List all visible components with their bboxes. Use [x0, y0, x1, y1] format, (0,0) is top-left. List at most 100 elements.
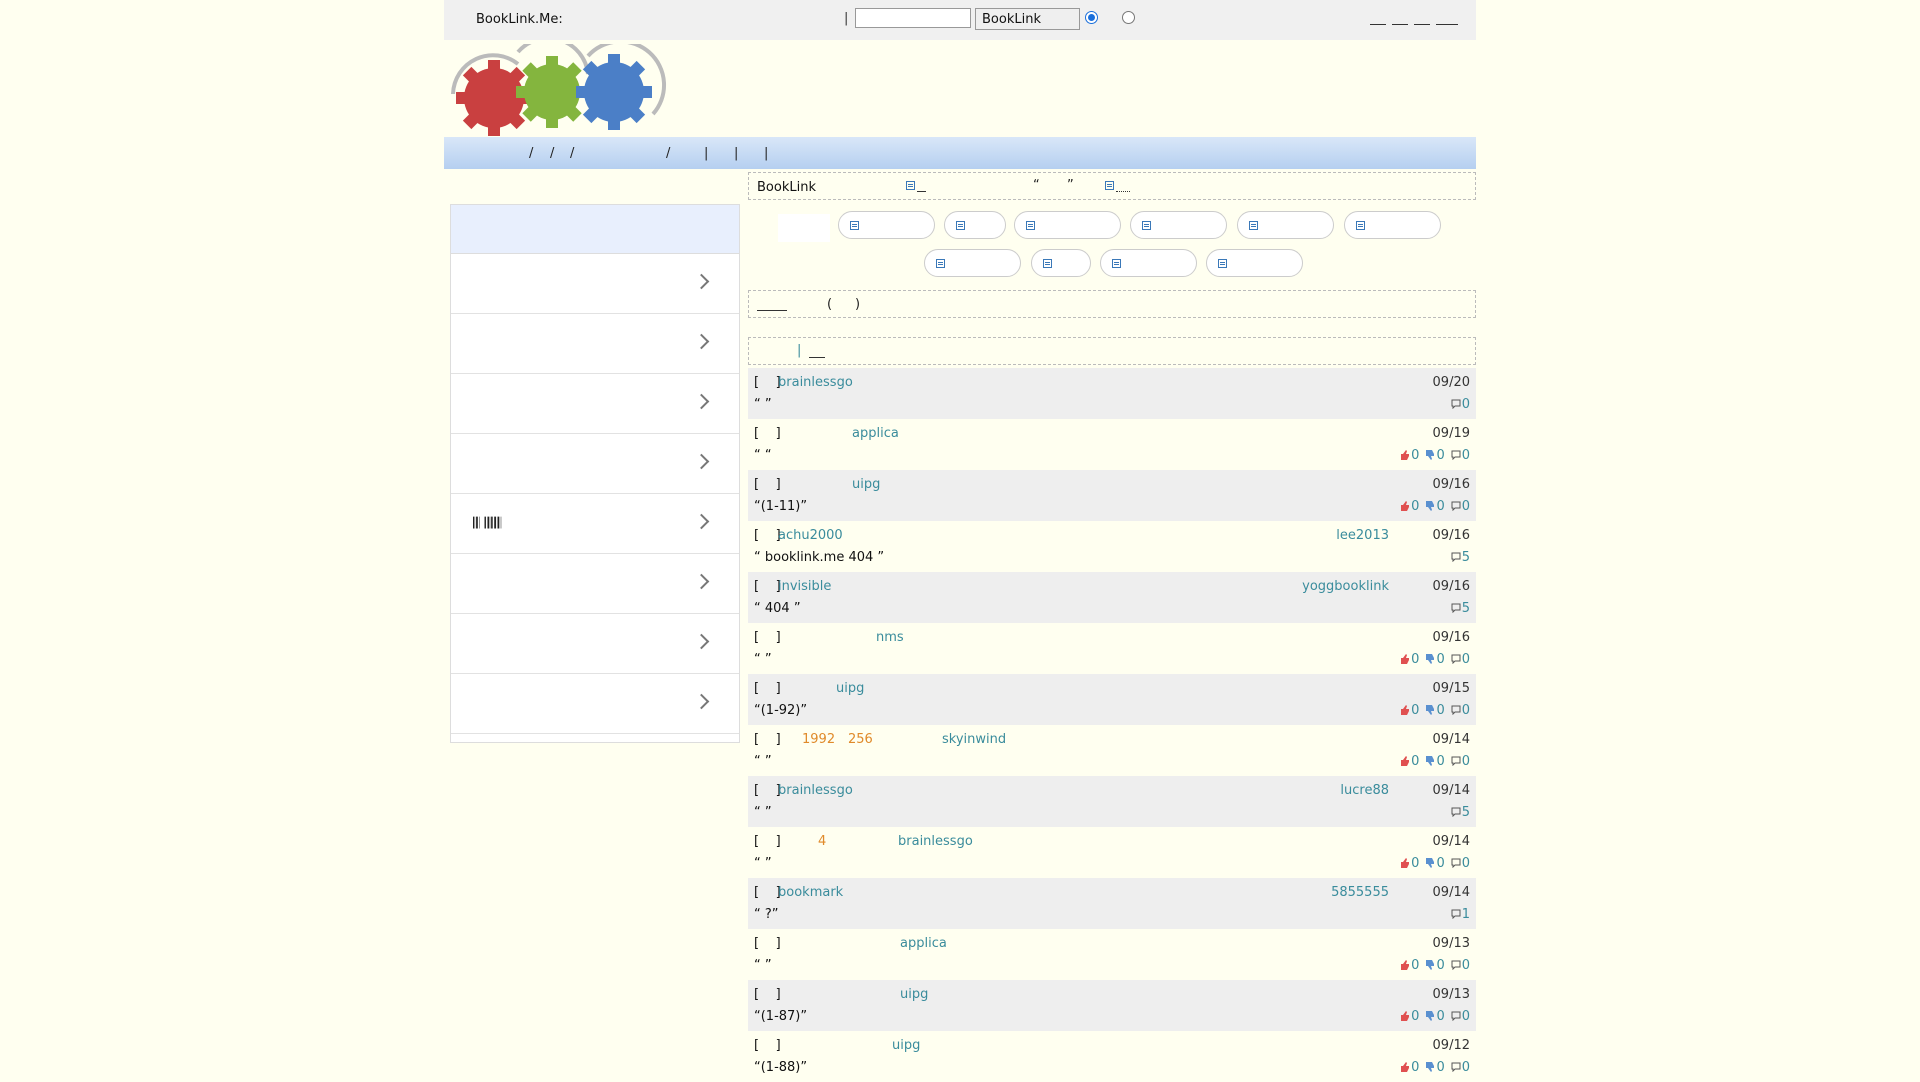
post-quote[interactable]: “ 404 ” — [754, 601, 801, 616]
user-link[interactable]: nms — [876, 630, 904, 645]
comments[interactable]: 1 — [1451, 907, 1470, 922]
user-link[interactable]: invisible — [778, 579, 831, 594]
comments[interactable]: 0 — [1451, 397, 1470, 412]
sidebar-item[interactable] — [451, 434, 739, 494]
downvote[interactable]: 0 — [1425, 958, 1445, 973]
search-radio-1[interactable] — [1085, 11, 1098, 24]
post-quote[interactable]: “(1-87)” — [754, 1009, 807, 1024]
sidebar-item[interactable]: 𝄃𝄃 𝄃𝄃𝄃𝄃𝄃 — [451, 494, 739, 554]
category-pill[interactable] — [1014, 211, 1121, 239]
user-link[interactable]: brainlessgo — [898, 834, 973, 849]
thumbs-down-icon — [1426, 756, 1435, 766]
notice-link[interactable] — [917, 191, 926, 192]
post-quote[interactable]: “ ” — [754, 652, 772, 667]
category-pill[interactable] — [1206, 249, 1303, 277]
reply-user-link[interactable]: lee2013 — [1336, 528, 1389, 543]
user-link[interactable]: uipg — [836, 681, 864, 696]
category-pill[interactable] — [1237, 211, 1334, 239]
downvote[interactable]: 0 — [1425, 1060, 1445, 1075]
downvote-count: 0 — [1436, 448, 1445, 463]
search-input[interactable] — [855, 8, 971, 28]
downvote[interactable]: 0 — [1425, 754, 1445, 769]
comments[interactable]: 5 — [1451, 601, 1470, 616]
search-button[interactable]: BookLink — [975, 8, 1080, 30]
upvote[interactable]: 0 — [1400, 754, 1419, 769]
user-link[interactable]: applica — [852, 426, 899, 441]
post-quote[interactable]: “ ” — [754, 754, 772, 769]
post-quote[interactable]: “ “ — [754, 448, 772, 463]
category-pill[interactable] — [944, 211, 1006, 239]
upvote[interactable]: 0 — [1400, 652, 1419, 667]
comments[interactable]: 0 — [1451, 499, 1470, 514]
category-pill[interactable] — [1100, 249, 1197, 277]
logo[interactable] — [448, 44, 668, 138]
sidebar-item[interactable] — [451, 614, 739, 674]
upvote[interactable]: 0 — [1400, 958, 1419, 973]
downvote[interactable]: 0 — [1425, 499, 1445, 514]
upvote[interactable]: 0 — [1400, 703, 1419, 718]
upvote[interactable]: 0 — [1400, 499, 1419, 514]
post-quote[interactable]: “ ” — [754, 397, 772, 412]
comments[interactable]: 5 — [1451, 805, 1470, 820]
upvote[interactable]: 0 — [1400, 448, 1419, 463]
post-quote[interactable]: “ ?” — [754, 907, 779, 922]
category-pill[interactable] — [838, 211, 935, 239]
comments[interactable]: 0 — [1451, 856, 1470, 871]
reply-user-link[interactable]: yoggbooklink — [1302, 579, 1389, 594]
sidebar-item[interactable] — [451, 674, 739, 734]
notice-link[interactable] — [1116, 191, 1130, 192]
post-quote[interactable]: “ booklink.me 404 ” — [754, 550, 884, 565]
downvote[interactable]: 0 — [1425, 856, 1445, 871]
user-link[interactable]: brainlessgo — [778, 783, 853, 798]
reply-user-link[interactable]: lucre88 — [1340, 783, 1389, 798]
category-pill[interactable] — [924, 249, 1021, 277]
comments[interactable]: 0 — [1451, 754, 1470, 769]
list-item: [ ] invisible yoggbooklink 09/16 “ 404 ” 5 — [748, 572, 1476, 623]
top-link-4[interactable] — [1436, 10, 1458, 25]
user-link[interactable]: applica — [900, 936, 947, 951]
sidebar-item[interactable] — [451, 554, 739, 614]
search-radio-2[interactable] — [1122, 11, 1135, 24]
upvote[interactable]: 0 — [1400, 1009, 1419, 1024]
category-pill[interactable] — [1344, 211, 1441, 239]
downvote[interactable]: 0 — [1425, 703, 1445, 718]
sidebar-item[interactable] — [451, 374, 739, 434]
category-pill[interactable] — [1031, 249, 1091, 277]
top-link-2[interactable] — [1392, 10, 1408, 25]
comments[interactable]: 0 — [1451, 448, 1470, 463]
post-quote[interactable]: “ ” — [754, 805, 772, 820]
comments[interactable]: 0 — [1451, 1009, 1470, 1024]
user-link[interactable]: bookmark — [778, 885, 843, 900]
post-quote[interactable]: “(1-88)” — [754, 1060, 807, 1075]
upvote[interactable]: 0 — [1400, 856, 1419, 871]
user-link[interactable]: uipg — [900, 987, 928, 1002]
reply-user-link[interactable]: 5855555 — [1331, 885, 1389, 900]
comments[interactable]: 0 — [1451, 958, 1470, 973]
upvote[interactable]: 0 — [1400, 1060, 1419, 1075]
downvote[interactable]: 0 — [1425, 652, 1445, 667]
sidebar-item[interactable] — [451, 314, 739, 374]
top-link-1[interactable] — [1370, 10, 1386, 25]
user-link[interactable]: achu2000 — [778, 528, 843, 543]
comments[interactable]: 0 — [1451, 703, 1470, 718]
user-link[interactable]: uipg — [852, 477, 880, 492]
top-link-3[interactable] — [1414, 10, 1430, 25]
comments[interactable]: 0 — [1451, 652, 1470, 667]
post-quote[interactable]: “ ” — [754, 958, 772, 973]
filter-link[interactable] — [809, 357, 825, 358]
category-pill[interactable] — [1130, 211, 1227, 239]
comment-icon — [1451, 654, 1461, 664]
comments[interactable]: 0 — [1451, 1060, 1470, 1075]
comments[interactable]: 5 — [1451, 550, 1470, 565]
list-item: [ ] uipg 09/15 “(1-92)” 0 0 0 — [748, 674, 1476, 725]
user-link[interactable]: brainlessgo — [778, 375, 853, 390]
downvote[interactable]: 0 — [1425, 448, 1445, 463]
user-link[interactable]: uipg — [892, 1038, 920, 1053]
downvote[interactable]: 0 — [1425, 1009, 1445, 1024]
post-quote[interactable]: “(1-11)” — [754, 499, 807, 514]
post-quote[interactable]: “ ” — [754, 856, 772, 871]
user-link[interactable]: skyinwind — [942, 732, 1006, 747]
post-quote[interactable]: “(1-92)” — [754, 703, 807, 718]
sidebar-item[interactable] — [451, 254, 739, 314]
info-link[interactable] — [757, 310, 787, 311]
